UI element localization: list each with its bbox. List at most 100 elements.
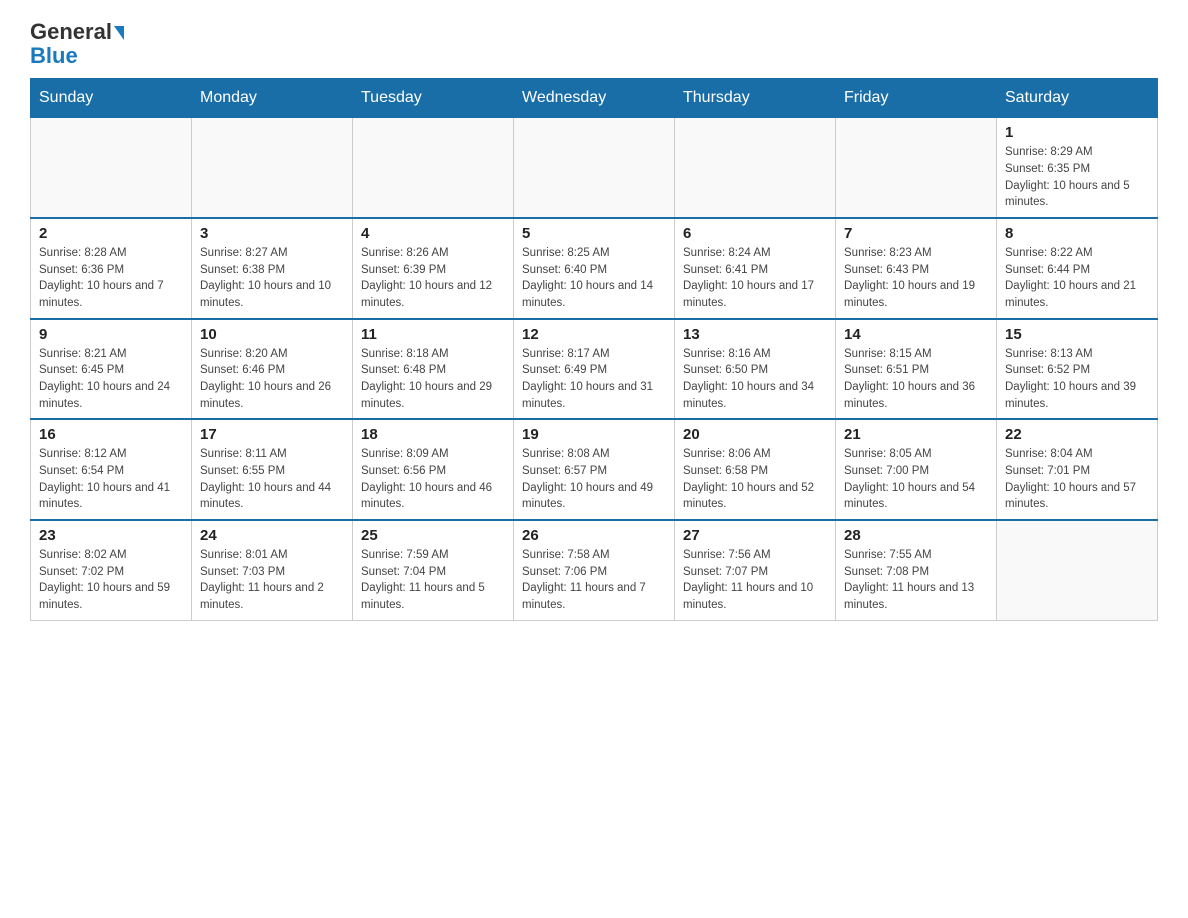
calendar-cell: 22 Sunrise: 8:04 AM Sunset: 7:01 PM Dayli… [997, 419, 1158, 520]
logo-blue-text: Blue [30, 43, 78, 68]
calendar-cell: 11Sunrise: 8:18 AM Sunset: 6:48 PM Dayli… [353, 319, 514, 420]
calendar-cell: 24Sunrise: 8:01 AM Sunset: 7:03 PM Dayli… [192, 520, 353, 620]
calendar-cell [31, 118, 192, 218]
calendar-cell: 18 Sunrise: 8:09 AM Sunset: 6:56 PM Dayli… [353, 419, 514, 520]
calendar-week-row: 23 Sunrise: 8:02 AM Sunset: 7:02 PM Dayli… [31, 520, 1158, 620]
calendar-cell: 16 Sunrise: 8:12 AM Sunset: 6:54 PM Dayli… [31, 419, 192, 520]
day-number: 3 [200, 225, 344, 242]
calendar-cell: 15 Sunrise: 8:13 AM Sunset: 6:52 PM Dayli… [997, 319, 1158, 420]
day-info: Sunrise: 8:26 AM Sunset: 6:39 PM Dayligh… [361, 245, 505, 312]
day-info: Sunrise: 8:02 AM Sunset: 7:02 PM Dayligh… [39, 547, 183, 614]
day-info: Sunrise: 8:09 AM Sunset: 6:56 PM Dayligh… [361, 446, 505, 513]
day-info: Sunrise: 8:28 AM Sunset: 6:36 PM Dayligh… [39, 245, 183, 312]
day-number: 16 [39, 426, 183, 443]
calendar-cell [836, 118, 997, 218]
calendar-week-row: 16 Sunrise: 8:12 AM Sunset: 6:54 PM Dayli… [31, 419, 1158, 520]
calendar-cell: 6 Sunrise: 8:24 AM Sunset: 6:41 PM Daylig… [675, 218, 836, 319]
day-number: 4 [361, 225, 505, 242]
calendar-cell: 14 Sunrise: 8:15 AM Sunset: 6:51 PM Dayli… [836, 319, 997, 420]
day-info: Sunrise: 8:04 AM Sunset: 7:01 PM Dayligh… [1005, 446, 1149, 513]
day-info: Sunrise: 8:24 AM Sunset: 6:41 PM Dayligh… [683, 245, 827, 312]
day-number: 13 [683, 326, 827, 343]
day-info: Sunrise: 8:08 AM Sunset: 6:57 PM Dayligh… [522, 446, 666, 513]
weekday-header-thursday: Thursday [675, 79, 836, 118]
day-number: 20 [683, 426, 827, 443]
day-info: Sunrise: 7:56 AM Sunset: 7:07 PM Dayligh… [683, 547, 827, 614]
day-info: Sunrise: 8:22 AM Sunset: 6:44 PM Dayligh… [1005, 245, 1149, 312]
day-info: Sunrise: 8:06 AM Sunset: 6:58 PM Dayligh… [683, 446, 827, 513]
calendar-table: SundayMondayTuesdayWednesdayThursdayFrid… [30, 78, 1158, 620]
day-number: 27 [683, 527, 827, 544]
logo-area: GeneralBlue [30, 20, 124, 68]
calendar-cell: 28Sunrise: 7:55 AM Sunset: 7:08 PM Dayli… [836, 520, 997, 620]
day-number: 25 [361, 527, 505, 544]
day-info: Sunrise: 8:11 AM Sunset: 6:55 PM Dayligh… [200, 446, 344, 513]
weekday-header-monday: Monday [192, 79, 353, 118]
calendar-cell: 8 Sunrise: 8:22 AM Sunset: 6:44 PM Daylig… [997, 218, 1158, 319]
day-number: 17 [200, 426, 344, 443]
weekday-header-row: SundayMondayTuesdayWednesdayThursdayFrid… [31, 79, 1158, 118]
calendar-cell [997, 520, 1158, 620]
calendar-cell [192, 118, 353, 218]
day-info: Sunrise: 8:05 AM Sunset: 7:00 PM Dayligh… [844, 446, 988, 513]
calendar-week-row: 1 Sunrise: 8:29 AM Sunset: 6:35 PM Daylig… [31, 118, 1158, 218]
day-info: Sunrise: 8:17 AM Sunset: 6:49 PM Dayligh… [522, 346, 666, 413]
day-number: 19 [522, 426, 666, 443]
calendar-cell: 12 Sunrise: 8:17 AM Sunset: 6:49 PM Dayli… [514, 319, 675, 420]
day-number: 26 [522, 527, 666, 544]
day-number: 12 [522, 326, 666, 343]
day-number: 10 [200, 326, 344, 343]
day-info: Sunrise: 8:12 AM Sunset: 6:54 PM Dayligh… [39, 446, 183, 513]
calendar-week-row: 2 Sunrise: 8:28 AM Sunset: 6:36 PM Daylig… [31, 218, 1158, 319]
calendar-cell: 26 Sunrise: 7:58 AM Sunset: 7:06 PM Dayli… [514, 520, 675, 620]
day-number: 21 [844, 426, 988, 443]
header: GeneralBlue [30, 20, 1158, 68]
day-info: Sunrise: 8:20 AM Sunset: 6:46 PM Dayligh… [200, 346, 344, 413]
day-info: Sunrise: 8:13 AM Sunset: 6:52 PM Dayligh… [1005, 346, 1149, 413]
calendar-cell: 5 Sunrise: 8:25 AM Sunset: 6:40 PM Daylig… [514, 218, 675, 319]
weekday-header-sunday: Sunday [31, 79, 192, 118]
day-info: Sunrise: 8:16 AM Sunset: 6:50 PM Dayligh… [683, 346, 827, 413]
day-number: 23 [39, 527, 183, 544]
calendar-cell: 1 Sunrise: 8:29 AM Sunset: 6:35 PM Daylig… [997, 118, 1158, 218]
weekday-header-tuesday: Tuesday [353, 79, 514, 118]
day-info: Sunrise: 8:21 AM Sunset: 6:45 PM Dayligh… [39, 346, 183, 413]
day-number: 8 [1005, 225, 1149, 242]
calendar-cell: 9 Sunrise: 8:21 AM Sunset: 6:45 PM Daylig… [31, 319, 192, 420]
logo: GeneralBlue [30, 20, 124, 68]
calendar-cell: 13 Sunrise: 8:16 AM Sunset: 6:50 PM Dayli… [675, 319, 836, 420]
day-info: Sunrise: 8:27 AM Sunset: 6:38 PM Dayligh… [200, 245, 344, 312]
day-number: 7 [844, 225, 988, 242]
calendar-cell: 20 Sunrise: 8:06 AM Sunset: 6:58 PM Dayli… [675, 419, 836, 520]
day-info: Sunrise: 7:58 AM Sunset: 7:06 PM Dayligh… [522, 547, 666, 614]
day-number: 6 [683, 225, 827, 242]
weekday-header-friday: Friday [836, 79, 997, 118]
calendar-cell: 25Sunrise: 7:59 AM Sunset: 7:04 PM Dayli… [353, 520, 514, 620]
calendar-cell: 27 Sunrise: 7:56 AM Sunset: 7:07 PM Dayli… [675, 520, 836, 620]
day-number: 24 [200, 527, 344, 544]
calendar-cell [514, 118, 675, 218]
calendar-cell: 10 Sunrise: 8:20 AM Sunset: 6:46 PM Dayli… [192, 319, 353, 420]
day-info: Sunrise: 8:18 AM Sunset: 6:48 PM Dayligh… [361, 346, 505, 413]
calendar-cell: 23 Sunrise: 8:02 AM Sunset: 7:02 PM Dayli… [31, 520, 192, 620]
day-number: 1 [1005, 124, 1149, 141]
day-info: Sunrise: 8:29 AM Sunset: 6:35 PM Dayligh… [1005, 144, 1149, 211]
day-number: 5 [522, 225, 666, 242]
calendar-cell: 7 Sunrise: 8:23 AM Sunset: 6:43 PM Daylig… [836, 218, 997, 319]
calendar-cell: 3 Sunrise: 8:27 AM Sunset: 6:38 PM Daylig… [192, 218, 353, 319]
day-number: 14 [844, 326, 988, 343]
calendar-cell: 17 Sunrise: 8:11 AM Sunset: 6:55 PM Dayli… [192, 419, 353, 520]
day-info: Sunrise: 8:23 AM Sunset: 6:43 PM Dayligh… [844, 245, 988, 312]
day-number: 15 [1005, 326, 1149, 343]
day-number: 22 [1005, 426, 1149, 443]
calendar-cell: 21 Sunrise: 8:05 AM Sunset: 7:00 PM Dayli… [836, 419, 997, 520]
weekday-header-saturday: Saturday [997, 79, 1158, 118]
day-number: 9 [39, 326, 183, 343]
day-number: 28 [844, 527, 988, 544]
day-number: 18 [361, 426, 505, 443]
day-info: Sunrise: 8:15 AM Sunset: 6:51 PM Dayligh… [844, 346, 988, 413]
calendar-cell: 4 Sunrise: 8:26 AM Sunset: 6:39 PM Daylig… [353, 218, 514, 319]
day-number: 2 [39, 225, 183, 242]
day-info: Sunrise: 8:25 AM Sunset: 6:40 PM Dayligh… [522, 245, 666, 312]
calendar-cell [353, 118, 514, 218]
